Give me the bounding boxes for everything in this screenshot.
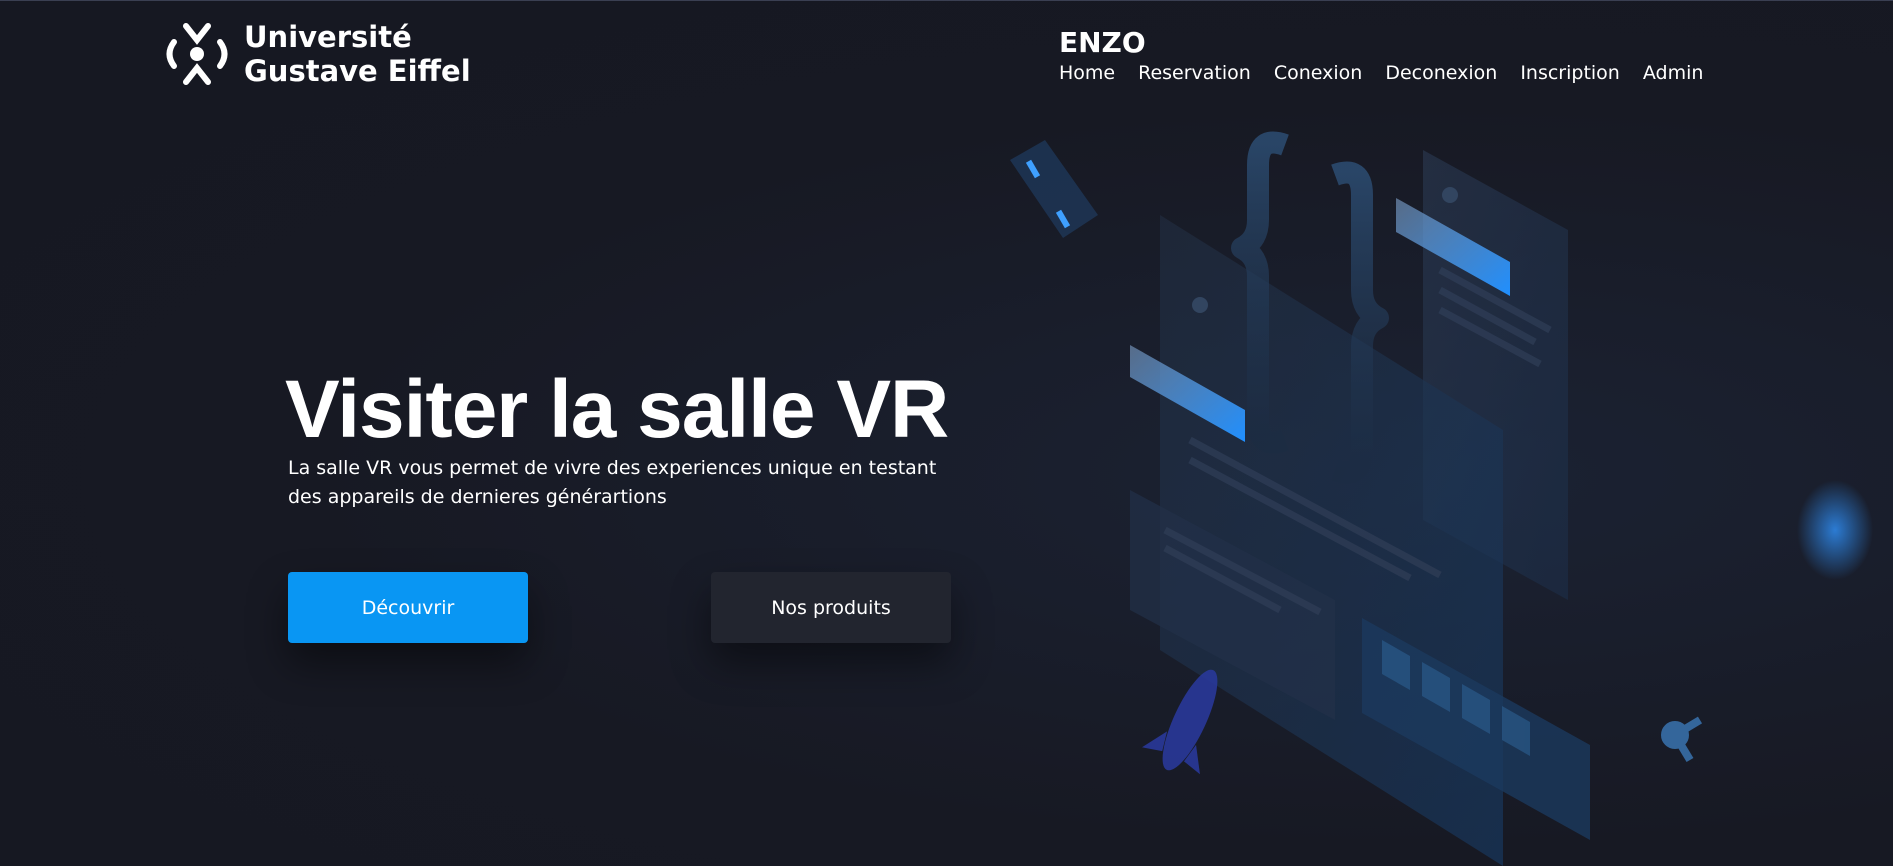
- logo[interactable]: Université Gustave Eiffel: [166, 20, 471, 88]
- nav-home[interactable]: Home: [1059, 62, 1115, 84]
- discover-button[interactable]: Découvrir: [288, 572, 528, 643]
- hero-title: Visiter la salle VR: [285, 364, 949, 455]
- nav-admin[interactable]: Admin: [1643, 62, 1704, 84]
- nav-deconexion[interactable]: Deconexion: [1385, 62, 1497, 84]
- university-logo-icon: [166, 23, 228, 85]
- top-border: [0, 0, 1893, 1]
- products-button[interactable]: Nos produits: [711, 572, 951, 643]
- nav-reservation[interactable]: Reservation: [1138, 62, 1251, 84]
- hero-subtitle: La salle VR vous permet de vivre des exp…: [288, 457, 937, 508]
- nav-inscription[interactable]: Inscription: [1520, 62, 1620, 84]
- main-nav: Home Reservation Conexion Deconexion Ins…: [1059, 62, 1703, 84]
- isometric-code-illustration-icon: [1010, 131, 1873, 866]
- page: Université Gustave Eiffel ENZO Home Rese…: [0, 0, 1893, 866]
- nav-conexion[interactable]: Conexion: [1274, 62, 1362, 84]
- logo-text: Université Gustave Eiffel: [244, 20, 471, 88]
- logo-line-2: Gustave Eiffel: [244, 54, 471, 88]
- header-nav: ENZO Home Reservation Conexion Deconexio…: [1059, 26, 1703, 84]
- brand-name: ENZO: [1059, 26, 1146, 59]
- logo-line-1: Université: [244, 20, 412, 54]
